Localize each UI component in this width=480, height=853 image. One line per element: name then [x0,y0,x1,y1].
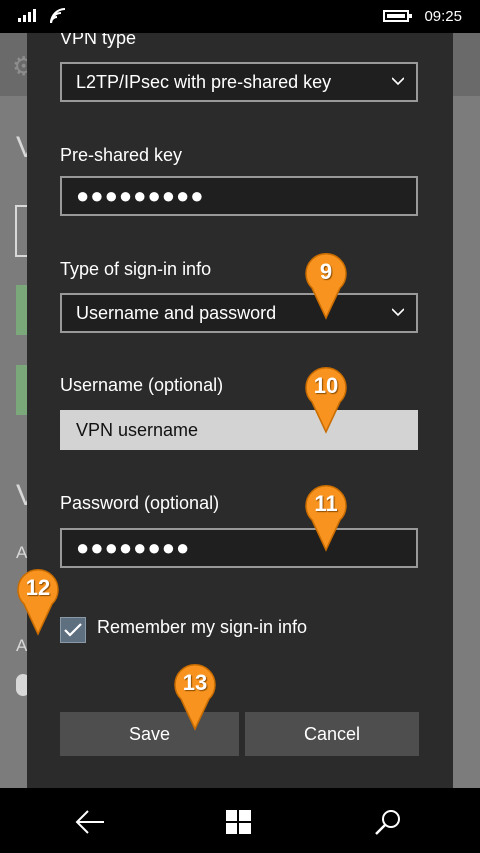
vpn-type-value: L2TP/IPsec with pre-shared key [76,71,332,92]
username-input[interactable]: VPN username [60,410,418,450]
password-label: Password (optional) [60,493,220,513]
signin-type-dropdown[interactable]: Username and password [60,293,418,333]
status-bar: 09:25 [0,0,480,33]
windows-icon[interactable] [224,807,264,837]
wifi-icon [49,7,69,30]
vpn-type-dropdown[interactable]: L2TP/IPsec with pre-shared key [60,62,418,102]
background-label: A [16,636,28,655]
navigation-bar [0,788,480,853]
remember-signin-checkbox[interactable] [60,617,86,643]
password-value: ●●●●●●●● [76,535,191,560]
chevron-down-icon [392,308,404,317]
chevron-down-icon [392,77,404,86]
step-marker-13: 13 [172,661,218,731]
search-icon[interactable] [372,807,412,837]
vpn-connection-dialog: VPN type L2TP/IPsec with pre-shared key … [27,28,453,788]
step-marker-12: 12 [15,566,61,636]
battery-icon [383,10,412,22]
status-time: 09:25 [424,8,462,25]
username-label: Username (optional) [60,375,224,395]
marker-number: 13 [182,670,208,695]
marker-number: 9 [319,259,333,284]
signin-type-value: Username and password [76,302,277,323]
step-marker-11: 11 [303,482,349,552]
preshared-key-input[interactable]: ●●●●●●●●● [60,176,418,216]
checkmark-icon [64,623,82,637]
preshared-key-value: ●●●●●●●●● [76,183,205,208]
remember-signin-label[interactable]: Remember my sign-in info [97,617,307,638]
signal-icon [18,9,36,22]
step-marker-10: 10 [303,364,349,434]
cancel-button[interactable]: Cancel [245,712,419,756]
signin-type-label: Type of sign-in info [60,259,212,279]
back-icon[interactable] [72,807,112,837]
background-label: A [16,543,28,562]
marker-number: 12 [25,575,51,600]
username-value: VPN username [76,419,199,440]
preshared-key-label: Pre-shared key [60,145,183,165]
marker-number: 11 [314,491,338,516]
step-marker-9: 9 [303,250,349,320]
marker-number: 10 [313,373,339,398]
password-input[interactable]: ●●●●●●●● [60,528,418,568]
